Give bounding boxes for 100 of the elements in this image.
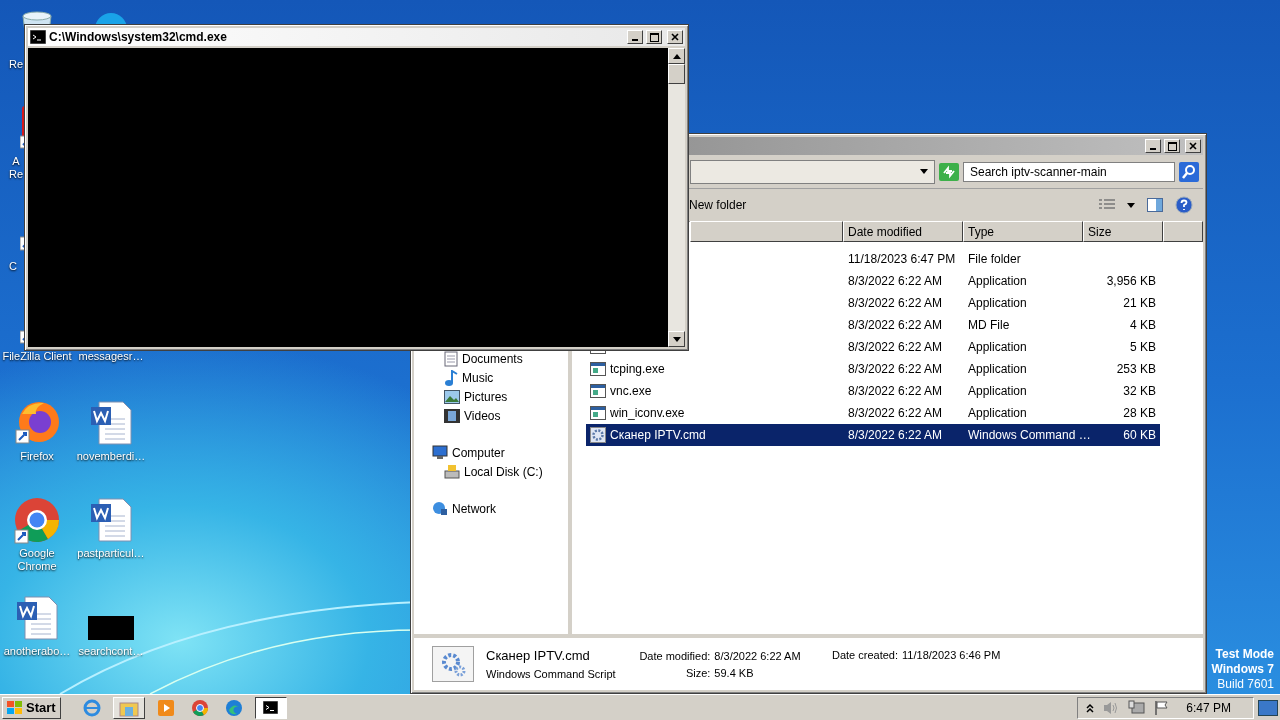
watermark-text: Test Mode [1215, 647, 1274, 662]
refresh-button[interactable] [939, 162, 959, 181]
column-header[interactable]: Type [963, 221, 1083, 242]
list-view-icon [1099, 198, 1115, 212]
nav-item[interactable]: Network [432, 499, 568, 518]
file-size: 5 KB [1129, 340, 1157, 354]
file-type: Application [967, 384, 1028, 398]
play-icon [156, 698, 175, 717]
scroll-up-button[interactable] [668, 48, 685, 64]
start-button[interactable]: Start [2, 696, 61, 719]
file-row[interactable]: Сканер IPTV.cmd 8/3/2022 6:22 AM Windows Command … 60 KB [586, 424, 1160, 446]
icon-label[interactable]: A Re [0, 155, 24, 181]
icon-label[interactable]: Re [0, 58, 24, 71]
nav-item[interactable]: Videos [432, 406, 568, 425]
document-icon [89, 401, 133, 445]
caret-icon [1127, 202, 1135, 208]
browser-icon [82, 698, 101, 717]
file-size: 4 KB [1129, 318, 1157, 332]
date-modified: 8/3/2022 6:22 AM [847, 340, 944, 354]
column-header[interactable] [690, 221, 843, 242]
scrollbar[interactable] [668, 48, 685, 347]
terminal-icon [30, 30, 46, 44]
file-row[interactable]: win_iconv.exe 8/3/2022 6:22 AM Application 28 KB [586, 402, 1160, 424]
browser-icon [224, 698, 243, 717]
gear-icon [439, 650, 467, 678]
field-label: Size: [684, 666, 711, 679]
pane-icon [1147, 198, 1163, 212]
file-name: vnc.exe [610, 384, 652, 398]
file-type: Windows Command … [967, 428, 1089, 442]
icon-label[interactable]: C [0, 260, 17, 273]
document-icon [15, 596, 59, 640]
view-menu-button[interactable] [1127, 202, 1135, 208]
date-modified: 11/18/2023 6:47 PM [847, 252, 957, 266]
file-name: Сканер IPTV.cmd [486, 648, 590, 663]
file-size: 3,956 KB [1105, 274, 1157, 288]
file-row[interactable]: vnc.exe 8/3/2022 6:22 AM Application 32 KB [586, 380, 1160, 402]
date-modified: 8/3/2022 6:22 AM [847, 274, 944, 288]
search-button[interactable] [1179, 161, 1199, 182]
nav-item[interactable]: Music [432, 368, 568, 387]
desktop-icon [1258, 699, 1278, 716]
file-type: Application [967, 362, 1028, 376]
icon-label[interactable]: FileZilla Client [2, 350, 72, 363]
column-header[interactable]: Size [1083, 221, 1163, 242]
file-size: 253 KB [1115, 362, 1157, 376]
column-header[interactable]: Date modified [843, 221, 963, 242]
file-size: 21 KB [1122, 296, 1157, 310]
field-label: Date modified: [638, 649, 711, 662]
browser-icon [190, 698, 209, 717]
file-type: Application [967, 274, 1028, 288]
field-value: 8/3/2022 6:22 AM [714, 649, 802, 662]
nav-item[interactable]: Documents [432, 349, 568, 368]
file-type: Application [967, 406, 1028, 420]
column-header[interactable] [1163, 221, 1203, 242]
nav-item[interactable]: Computer [432, 443, 568, 462]
close-button[interactable] [667, 30, 683, 44]
maximize-button[interactable] [646, 30, 662, 44]
scroll-down-button[interactable] [668, 331, 685, 347]
flag-icon[interactable] [1154, 699, 1171, 716]
show-hidden-icons-button[interactable] [1086, 702, 1095, 713]
new-folder-button[interactable]: New folder [689, 198, 1087, 212]
show-desktop-button[interactable] [1258, 699, 1278, 716]
maximize-button[interactable] [1164, 139, 1180, 153]
taskbar-button[interactable] [254, 696, 287, 719]
scroll-thumb[interactable] [668, 64, 685, 84]
minimize-button[interactable] [1145, 139, 1161, 153]
file-name: win_iconv.exe [610, 406, 685, 420]
gear-icon [590, 427, 606, 443]
computer-icon [432, 445, 448, 460]
preview-pane-button[interactable] [1147, 198, 1163, 212]
clock[interactable]: 6:47 PM [1186, 700, 1231, 715]
date-modified: 8/3/2022 6:22 AM [847, 318, 944, 332]
document-icon [444, 350, 458, 367]
file-type: File folder [967, 252, 1022, 266]
chevron-icon [1086, 702, 1095, 713]
file-type: MD File [967, 318, 1011, 332]
date-modified: 8/3/2022 6:22 AM [847, 296, 944, 310]
search-field[interactable]: Search iptv-scanner-main [963, 161, 1175, 182]
nav-item[interactable]: Pictures [432, 387, 568, 406]
close-button[interactable] [1185, 139, 1201, 153]
address-field[interactable] [690, 159, 935, 184]
icon-label[interactable]: messagesr… [78, 350, 144, 363]
file-name: tcping.exe [610, 362, 665, 376]
date-modified: 8/3/2022 6:22 AM [847, 406, 944, 420]
network-icon [432, 501, 448, 516]
terminal-icon [263, 701, 279, 714]
file-type: Windows Command Script [486, 668, 616, 680]
nav-item[interactable]: Local Disk (C:) [432, 462, 568, 481]
disk-icon [444, 464, 460, 479]
file-row[interactable]: tcping.exe 8/3/2022 6:22 AM Application 253 KB [586, 358, 1160, 380]
watermark-text: Build 7601 [1217, 677, 1274, 692]
file-type: Application [967, 340, 1028, 354]
help-button[interactable] [1175, 196, 1193, 214]
windows-logo-icon [7, 700, 23, 715]
field-label: Date created: [832, 649, 899, 661]
file-type: Application [967, 296, 1028, 310]
close-icon [1189, 142, 1197, 150]
minimize-button[interactable] [627, 30, 643, 44]
network-icon[interactable] [1128, 699, 1147, 716]
window-icon [590, 362, 606, 376]
maximize-icon [1167, 141, 1177, 151]
